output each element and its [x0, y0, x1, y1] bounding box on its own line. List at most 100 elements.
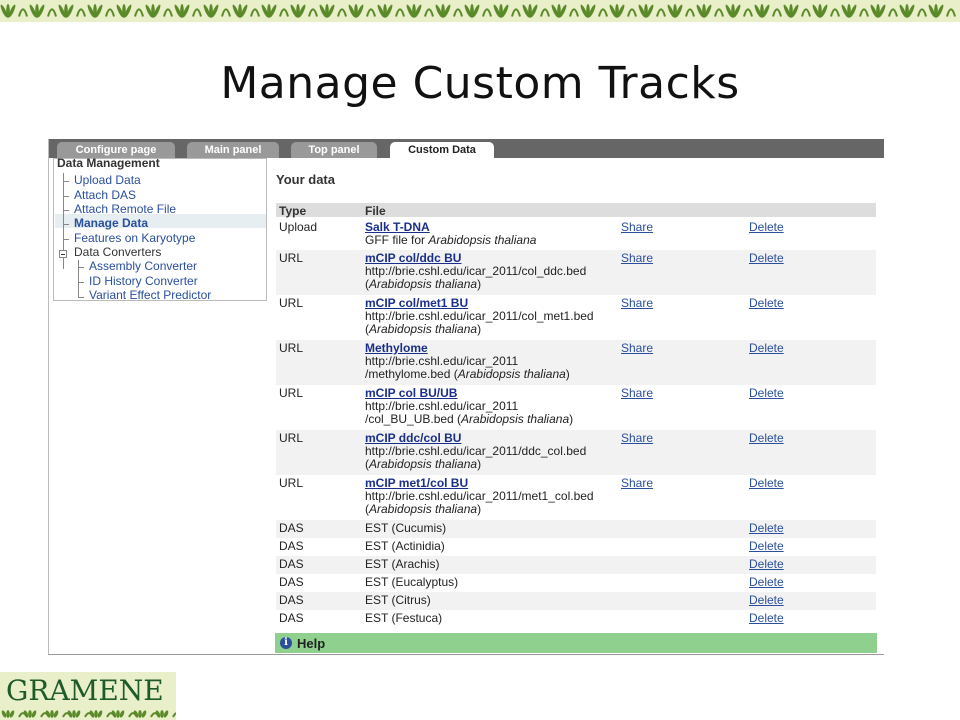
delete-link[interactable]: Delete	[749, 612, 784, 625]
file-description-text: GFF file for	[365, 233, 429, 247]
leaf-icon	[160, 710, 164, 718]
share-link[interactable]: Share	[621, 252, 653, 265]
delete-link[interactable]: Delete	[749, 522, 784, 535]
file-label: EST (Actinidia)	[365, 539, 445, 553]
leaf-curl-icon	[221, 8, 231, 17]
tab-custom-data[interactable]: Custom Data	[390, 142, 494, 158]
file-description-text: http://brie.cshl.edu/icar_2011/col_met1.…	[365, 309, 594, 323]
leaf-curl-icon	[656, 8, 666, 17]
row-type: URL	[279, 386, 304, 400]
share-link[interactable]: Share	[621, 221, 653, 234]
sidebar-item-id-history-converter[interactable]: ID History Converter	[89, 274, 198, 288]
leaf-curl-icon	[192, 8, 202, 17]
delete-link[interactable]: Delete	[749, 342, 784, 355]
tab-bar: Configure page Main panel Top panel Cust…	[49, 139, 884, 158]
table-row: DAS EST (Arachis) Delete	[276, 556, 876, 574]
row-type: URL	[279, 296, 304, 310]
row-file: mCIP ddc/col BU http://brie.cshl.edu/icar…	[365, 432, 615, 471]
leaf-curl-icon	[685, 8, 695, 17]
decorative-leaf-band	[0, 0, 960, 22]
table-row: DAS EST (Cucumis) Delete	[276, 520, 876, 538]
leaf-curl-icon	[250, 8, 260, 17]
tab-main-panel[interactable]: Main panel	[187, 142, 279, 158]
file-label: EST (Arachis)	[365, 557, 440, 571]
leaf-curl-icon	[743, 8, 753, 17]
page-heading: Your data	[276, 172, 335, 187]
tab-top-panel[interactable]: Top panel	[291, 142, 377, 158]
species-name: Arabidopsis thaliana	[369, 502, 478, 516]
table-row: URL mCIP col/met1 BU http://brie.cshl.edu/…	[276, 295, 876, 340]
logo-leaf-strip	[1, 710, 176, 718]
file-description-text: /methylome.bed (	[365, 367, 458, 381]
collapse-toggle-icon[interactable]	[59, 250, 67, 258]
leaf-curl-icon	[163, 8, 173, 17]
help-bar[interactable]: i Help	[275, 633, 877, 653]
file-description-text: http://brie.cshl.edu/icar_2011/met1_col.…	[365, 489, 594, 503]
file-description-text: /col_BU_UB.bed (	[365, 412, 462, 426]
share-link[interactable]: Share	[621, 342, 653, 355]
file-description: (Arabidopsis thaliana)	[365, 322, 482, 336]
leaf-curl-icon	[772, 8, 782, 17]
sidebar-item-attach-das[interactable]: Attach DAS	[74, 188, 136, 202]
table-row: Upload Salk T-DNA GFF file for Arabidopsis…	[276, 219, 876, 250]
leaf-curl-icon	[337, 8, 347, 17]
leaf-curl-icon	[627, 8, 637, 17]
sidebar-item-manage-data[interactable]: Manage Data	[74, 216, 148, 230]
table-row: DAS EST (Citrus) Delete	[276, 592, 876, 610]
row-type: DAS	[279, 593, 304, 607]
leaf-pattern	[0, 3, 956, 19]
leaf-icon	[116, 710, 120, 718]
species-name: Arabidopsis thaliana	[369, 457, 478, 471]
leaf-curl-icon	[888, 8, 898, 17]
table-row: URL mCIP ddc/col BU http://brie.cshl.edu/i…	[276, 430, 876, 475]
delete-link[interactable]: Delete	[749, 477, 784, 490]
leaf-icon	[6, 710, 10, 718]
leaf-curl-icon	[511, 8, 521, 17]
logo-text: GRAMENE	[6, 674, 164, 707]
delete-link[interactable]: Delete	[749, 432, 784, 445]
delete-link[interactable]: Delete	[749, 297, 784, 310]
row-file: mCIP met1/col BU http://brie.cshl.edu/ica…	[365, 477, 615, 516]
file-description: /methylome.bed (Arabidopsis thaliana)	[365, 367, 570, 381]
leaf-curl-icon	[279, 8, 289, 17]
sidebar-item-variant-effect-predictor[interactable]: Variant Effect Predictor	[89, 288, 211, 302]
column-header-type: Type	[279, 204, 307, 218]
delete-link[interactable]: Delete	[749, 558, 784, 571]
sidebar-item-data-converters[interactable]: Data Converters	[74, 245, 161, 259]
share-link[interactable]: Share	[621, 477, 653, 490]
sidebar-item-assembly-converter[interactable]: Assembly Converter	[89, 259, 197, 273]
sidebar-item-attach-remote-file[interactable]: Attach Remote File	[74, 202, 176, 216]
sidebar-item-features-on-karyotype[interactable]: Features on Karyotype	[74, 231, 195, 245]
file-description: GFF file for Arabidopsis thaliana	[365, 234, 615, 247]
info-icon: i	[280, 637, 292, 649]
leaf-icon	[138, 710, 142, 718]
gramene-logo: GRAMENE	[0, 672, 176, 720]
share-link[interactable]: Share	[621, 387, 653, 400]
row-file: Methylome http://brie.cshl.edu/icar_2011/…	[365, 342, 615, 381]
file-description: (Arabidopsis thaliana)	[365, 457, 482, 471]
leaf-curl-icon	[424, 8, 434, 17]
tree-line	[78, 297, 84, 298]
leaf-curl-icon	[105, 8, 115, 17]
file-description-text: http://brie.cshl.edu/icar_2011/ddc_col.b…	[365, 444, 587, 458]
delete-link[interactable]: Delete	[749, 221, 784, 234]
column-header-file: File	[365, 204, 386, 218]
species-name: Arabidopsis thaliana	[461, 412, 570, 426]
delete-link[interactable]: Delete	[749, 252, 784, 265]
leaf-curl-icon	[598, 8, 608, 17]
sidebar-item-upload-data[interactable]: Upload Data	[74, 173, 141, 187]
delete-link[interactable]: Delete	[749, 387, 784, 400]
leaf-curl-icon	[395, 8, 405, 17]
leaf-curl-icon	[18, 8, 28, 17]
share-link[interactable]: Share	[621, 297, 653, 310]
delete-link[interactable]: Delete	[749, 594, 784, 607]
slide-title: Manage Custom Tracks	[220, 58, 740, 109]
delete-link[interactable]: Delete	[749, 576, 784, 589]
share-link[interactable]: Share	[621, 432, 653, 445]
leaf-curl-icon	[134, 8, 144, 17]
tree-line	[63, 196, 69, 197]
row-file: Salk T-DNA GFF file for Arabidopsis thali…	[365, 221, 615, 247]
row-type: URL	[279, 476, 304, 490]
delete-link[interactable]: Delete	[749, 540, 784, 553]
screenshot-frame: Configure page Main panel Top panel Cust…	[48, 139, 884, 655]
